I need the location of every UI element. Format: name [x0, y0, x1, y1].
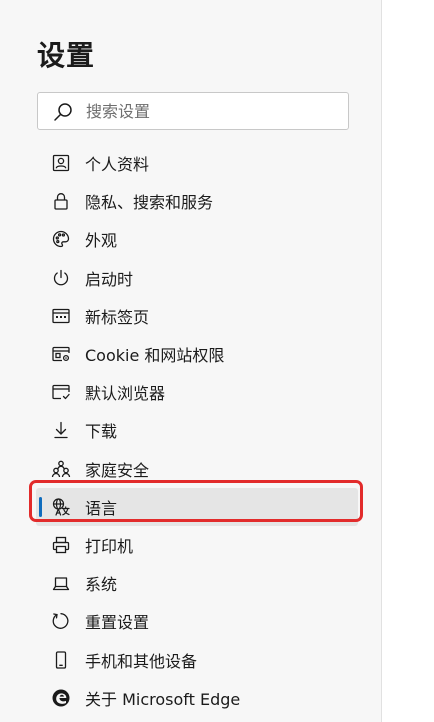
download-icon [54, 422, 68, 439]
system-icon [52, 577, 70, 591]
nav-item-label: 隐私、搜索和服务 [85, 193, 214, 213]
search-input[interactable] [86, 95, 336, 127]
nav-item-label: 系统 [85, 575, 118, 595]
default-browser-icon [52, 385, 70, 400]
nav-item-label: 新标签页 [85, 307, 150, 327]
nav-item-phone[interactable]: 手机和其他设备 [36, 640, 358, 678]
nav-item-label: 重置设置 [85, 613, 150, 633]
nav-item-reset[interactable]: 重置设置 [36, 602, 358, 640]
nav-item-label: 家庭安全 [85, 460, 150, 480]
nav-item-cookies[interactable]: Cookie 和网站权限 [36, 335, 358, 373]
edge-logo-icon [52, 689, 70, 707]
nav-item-downloads[interactable]: 下载 [36, 411, 358, 449]
reset-icon [52, 613, 69, 630]
nav-item-languages[interactable]: 语言 [36, 487, 358, 526]
nav-item-new-tab[interactable]: 新标签页 [36, 297, 358, 335]
settings-content-pane [382, 0, 434, 722]
nav-item-label: 默认浏览器 [85, 384, 166, 404]
settings-sidebar: 设置 个人资料 隐私、搜索和服务 [0, 0, 381, 722]
nav-item-label: 语言 [85, 498, 118, 518]
family-icon [51, 460, 71, 477]
nav-item-label: 启动时 [85, 269, 134, 289]
nav-item-label: 个人资料 [85, 155, 150, 175]
palette-icon [52, 231, 70, 248]
nav-item-label: 打印机 [85, 536, 134, 556]
nav-item-profile[interactable]: 个人资料 [36, 144, 358, 182]
page-title: 设置 [37, 39, 96, 72]
nav-item-privacy[interactable]: 隐私、搜索和服务 [36, 182, 358, 220]
nav-item-label: Cookie 和网站权限 [85, 346, 225, 366]
nav-item-label: 外观 [85, 231, 118, 251]
nav-item-default-browser[interactable]: 默认浏览器 [36, 373, 358, 411]
phone-icon [55, 650, 67, 669]
nav-item-label: 手机和其他设备 [85, 651, 198, 671]
search-box[interactable] [37, 92, 349, 130]
nav-item-label: 关于 Microsoft Edge [85, 689, 241, 709]
nav-item-family[interactable]: 家庭安全 [36, 450, 358, 488]
settings-nav: 个人资料 隐私、搜索和服务 外观 启动时 新标签页 Cookie 和网站权限 默… [36, 144, 358, 717]
site-permissions-icon [52, 346, 70, 362]
nav-item-about[interactable]: 关于 Microsoft Edge [36, 679, 358, 717]
profile-icon [52, 154, 70, 172]
new-tab-icon [52, 308, 70, 323]
search-icon [54, 103, 72, 121]
nav-item-appearance[interactable]: 外观 [36, 220, 358, 258]
nav-item-startup[interactable]: 启动时 [36, 259, 358, 297]
printer-icon [52, 536, 70, 554]
nav-item-printers[interactable]: 打印机 [36, 526, 358, 564]
lock-icon [54, 193, 68, 210]
nav-item-label: 下载 [85, 422, 118, 442]
power-icon [53, 269, 69, 286]
language-icon [52, 498, 70, 516]
nav-item-system[interactable]: 系统 [36, 564, 358, 602]
